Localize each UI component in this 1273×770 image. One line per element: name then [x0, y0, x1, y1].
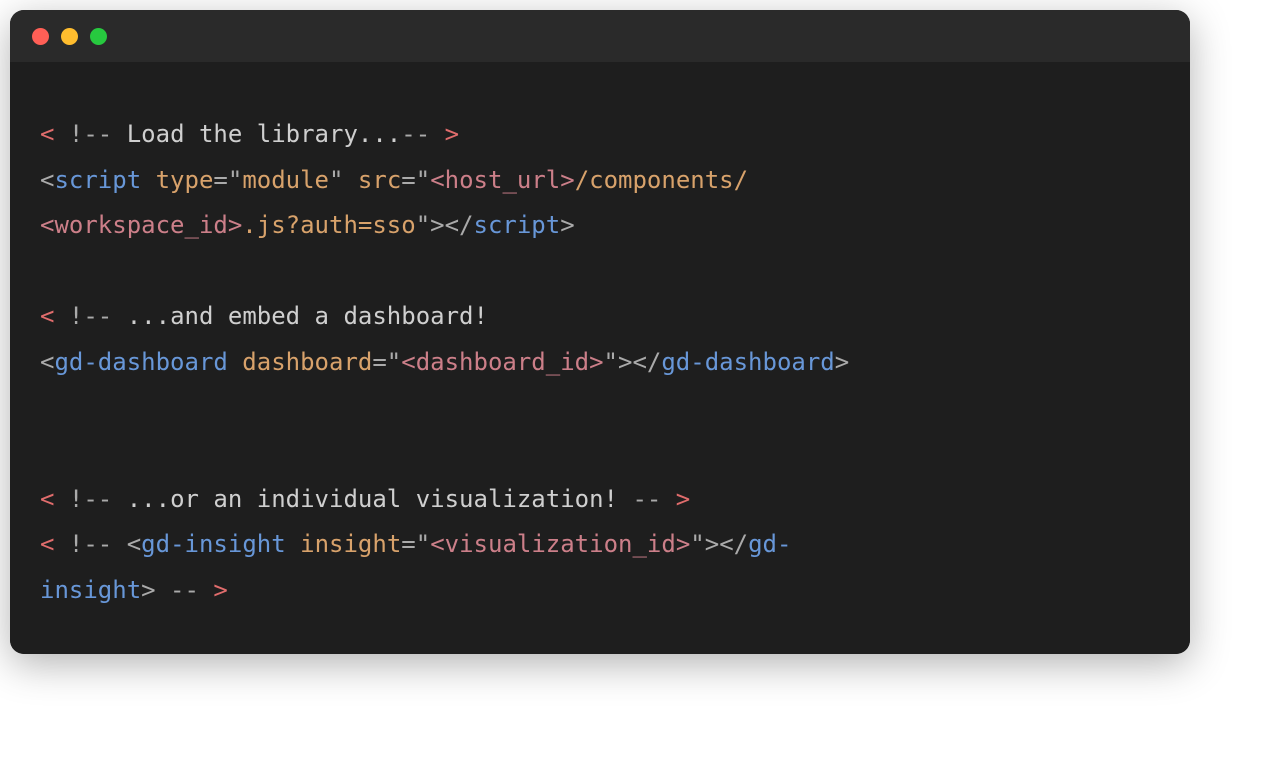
code-line-11: insight> -- >	[40, 568, 1160, 614]
code-line-3: <workspace_id>.js?auth=sso"></script>	[40, 203, 1160, 249]
code-line-5: < !-- ...and embed a dashboard!	[40, 294, 1160, 340]
code-line-6: <gd-dashboard dashboard="<dashboard_id>"…	[40, 340, 1160, 386]
maximize-button[interactable]	[90, 28, 107, 45]
code-line-10: < !-- <gd-insight insight="<visualizatio…	[40, 522, 1160, 568]
code-window: < !-- Load the library...-- ><script typ…	[10, 10, 1190, 654]
code-line-1: < !-- Load the library...-- >	[40, 112, 1160, 158]
window-titlebar	[10, 10, 1190, 62]
minimize-button[interactable]	[61, 28, 78, 45]
close-button[interactable]	[32, 28, 49, 45]
code-line-blank-3	[40, 431, 1160, 477]
code-line-9: < !-- ...or an individual visualization!…	[40, 477, 1160, 523]
code-line-blank-1	[40, 249, 1160, 295]
code-line-2: <script type="module" src="<host_url>/co…	[40, 158, 1160, 204]
code-line-blank-2	[40, 386, 1160, 432]
code-content: < !-- Load the library...-- ><script typ…	[10, 62, 1190, 654]
